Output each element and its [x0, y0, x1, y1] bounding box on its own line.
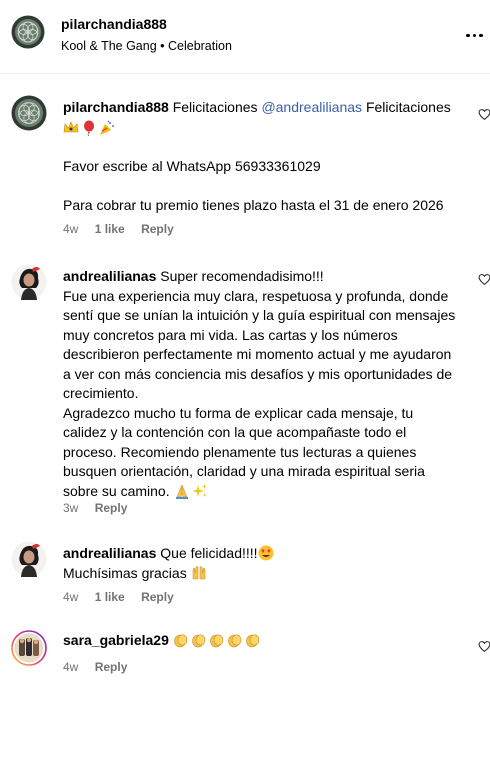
reply-button[interactable]: Reply [95, 501, 128, 515]
header-username[interactable]: pilarchandia888 [61, 16, 167, 32]
comment-paragraph: Para cobrar tu premio tienes plazo hasta… [63, 197, 444, 213]
comment-time: 4w [63, 590, 79, 604]
comment-text-part: Super recomendadisimo!!! [160, 268, 324, 284]
commenter-avatar-icon[interactable] [11, 95, 47, 131]
mention-link[interactable]: @andrealilianas [261, 99, 362, 115]
comment-line: Muchísimas gracias [63, 564, 187, 581]
comment-time: 3w [63, 501, 79, 515]
reply-button[interactable]: Reply [95, 660, 128, 674]
comment-line: Agradezco mucho tu forma de explicar cad… [63, 404, 414, 421]
comment-time: 4w [63, 660, 79, 674]
crown-emoji-icon [63, 120, 79, 132]
heart-eyes-emoji-icon [258, 545, 274, 561]
comment-text: pilarchandia888 Felicitaciones @andreali… [63, 98, 463, 216]
comment-username[interactable]: andrealilianas [63, 268, 156, 284]
raising-hands-emoji-icon [192, 565, 205, 579]
clapping-emoji-icon [173, 634, 188, 648]
like-heart-icon[interactable] [478, 108, 490, 121]
comment-line: busquen orientación, claridad y una mira… [63, 463, 425, 479]
commenter-avatar-icon[interactable] [11, 541, 47, 577]
comment-line: crecimiento. [63, 385, 139, 401]
clapping-emoji-icon [245, 634, 260, 648]
comment-time: 4w [63, 222, 79, 236]
balloon-emoji-icon [84, 120, 94, 136]
comment-meta: 3w Reply [63, 501, 140, 515]
comment-paragraph: Favor escribe al WhatsApp 56933361029 [63, 158, 321, 174]
like-heart-icon[interactable] [478, 640, 490, 653]
likes-count[interactable]: 1 like [95, 590, 125, 604]
comment-text: sara_gabriela29 [63, 631, 463, 651]
clapping-emoji-icon [227, 634, 242, 648]
clapping-emoji-icon [209, 634, 224, 648]
sparkles-emoji-icon [191, 483, 207, 497]
comment-line: proceso. Recomiendo plenamente tus lectu… [63, 443, 417, 460]
comment-text: andrealilianas Super recomendadisimo!!! … [63, 267, 463, 501]
comment-username[interactable]: pilarchandia888 [63, 99, 169, 115]
comment-line: sentí que se unían la intuición y la guí… [63, 307, 456, 323]
comment-line: a ver con más conciencia mis desafíos y … [63, 365, 453, 382]
commenter-avatar-icon[interactable] [11, 264, 47, 300]
clapping-emojis [173, 632, 263, 648]
comment-text-part: Que felicidad!!!! [160, 545, 258, 561]
comment-username[interactable]: sara_gabriela29 [63, 632, 169, 648]
comment-line: Fue una experiencia muy clara, respetuos… [63, 287, 449, 304]
comment-line: muy concretos para mi vida. Las cartas y… [63, 326, 398, 343]
commenter-avatar-icon[interactable] [11, 630, 47, 666]
post-header: pilarchandia888 Kool & The Gang • Celebr… [0, 0, 490, 74]
reply-button[interactable]: Reply [141, 590, 174, 604]
more-horizontal-icon[interactable] [466, 26, 488, 40]
party-popper-emoji-icon [100, 120, 114, 135]
comment-line: calidez y la contención con la que acomp… [63, 424, 407, 440]
reply-button[interactable]: Reply [141, 222, 174, 236]
comment-text: andrealilianas Que felicidad!!!! Muchísi… [63, 544, 463, 583]
comment-line: sobre su camino. [63, 482, 170, 499]
comment-text-part: Felicitaciones [365, 99, 451, 115]
clapping-emoji-icon [191, 634, 206, 648]
comment-meta: 4w 1 like Reply [63, 222, 187, 236]
comment-meta: 4w 1 like Reply [63, 590, 187, 604]
header-song[interactable]: Kool & The Gang • Celebration [61, 39, 232, 53]
comment-meta: 4w Reply [63, 660, 140, 674]
profile-avatar-icon[interactable] [11, 15, 45, 49]
like-heart-icon[interactable] [478, 273, 490, 286]
comment-text-part: Felicitaciones [172, 99, 258, 115]
comment-username[interactable]: andrealilianas [63, 545, 156, 561]
folded-hands-emoji-icon [175, 484, 188, 499]
likes-count[interactable]: 1 like [95, 222, 125, 236]
comment-line: describieron perfectamente mi momento ac… [63, 346, 452, 362]
